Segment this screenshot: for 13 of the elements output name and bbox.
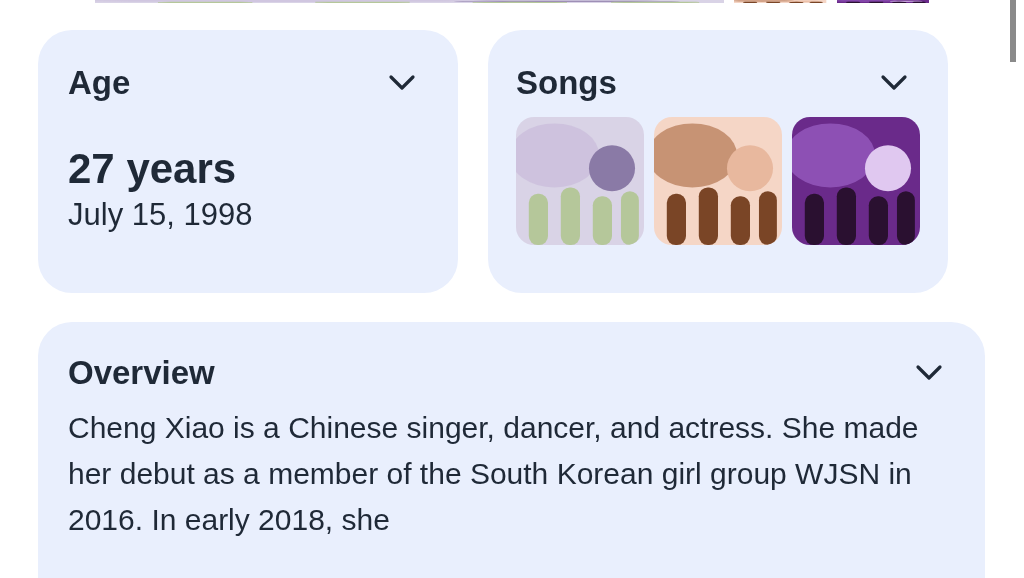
scrollbar[interactable] [1010, 0, 1016, 62]
chevron-down-icon [915, 363, 943, 382]
age-value: 27 years [68, 144, 238, 195]
age-card[interactable]: Age 27 years July 15, 1998 [38, 30, 458, 293]
songs-card[interactable]: Songs [488, 30, 948, 293]
card-title: Songs [516, 63, 617, 103]
birth-date: July 15, 1998 [68, 195, 254, 234]
card-title: Age [68, 63, 131, 103]
overview-text: Cheng Xiao is a Chinese singer, dancer, and actress. She made her debut as a member of the South Korean girl group WJSN in 2016. In early 2018, she [68, 410, 920, 539]
overview-card[interactable]: Overview Cheng Xiao is a Chinese singer, dancer, and actress. She made her debut as a member of the South Korean girl group WJSN in 2016. In early 2018, she [38, 322, 985, 578]
chevron-down-icon [388, 73, 416, 92]
chevron-down-icon [880, 73, 908, 92]
card-title: Overview [68, 353, 215, 393]
